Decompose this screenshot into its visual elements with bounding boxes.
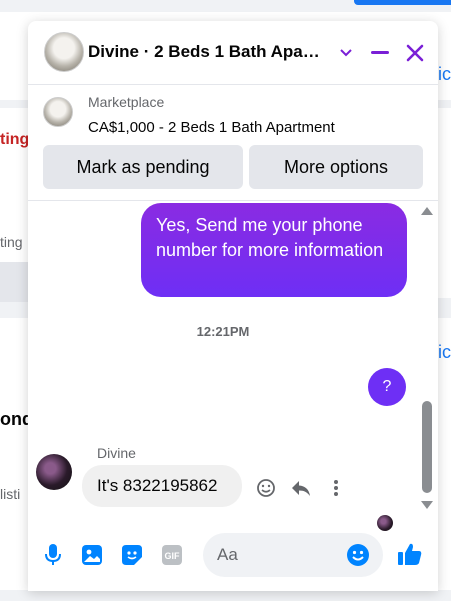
- thumbs-up-icon[interactable]: [396, 539, 424, 569]
- message-thread: Yes, Send me your phone number for more …: [28, 201, 438, 531]
- outgoing-message[interactable]: ?: [368, 368, 406, 406]
- incoming-message[interactable]: It's 8322195862: [82, 465, 242, 507]
- image-icon[interactable]: [79, 542, 105, 568]
- message-input-box[interactable]: [203, 533, 383, 577]
- chat-window: Divine · 2 Beds 1 Bath Apa… Marketplace …: [28, 21, 438, 591]
- background-text: ting: [0, 234, 23, 250]
- message-input[interactable]: [217, 543, 337, 567]
- more-options-icon[interactable]: [325, 477, 347, 499]
- outgoing-message[interactable]: Yes, Send me your phone number for more …: [141, 203, 407, 297]
- sticker-icon[interactable]: [119, 542, 145, 568]
- background-text: listi: [0, 486, 21, 502]
- gif-label: GIF: [165, 551, 181, 561]
- gif-icon[interactable]: GIF: [159, 542, 185, 568]
- message-composer: GIF: [28, 525, 438, 591]
- listing-thumbnail[interactable]: [43, 97, 73, 127]
- mark-as-pending-button[interactable]: Mark as pending: [43, 145, 243, 189]
- chat-header: Divine · 2 Beds 1 Bath Apa…: [28, 21, 438, 85]
- chevron-down-icon[interactable]: [332, 39, 360, 67]
- scrollbar-thumb[interactable]: [422, 401, 432, 493]
- minimize-icon[interactable]: [366, 39, 394, 67]
- marketplace-label: Marketplace: [88, 94, 165, 110]
- more-options-button[interactable]: More options: [249, 145, 423, 189]
- scroll-up-arrow-icon[interactable]: [421, 207, 433, 215]
- background-link[interactable]: ic: [438, 64, 451, 84]
- close-icon[interactable]: [401, 39, 429, 67]
- microphone-icon[interactable]: [40, 542, 66, 568]
- background-link[interactable]: ic: [438, 342, 451, 362]
- sender-name: Divine: [97, 445, 136, 461]
- reply-icon[interactable]: [290, 477, 312, 499]
- message-scrollbar[interactable]: [420, 205, 434, 515]
- emoji-icon[interactable]: [345, 542, 371, 568]
- marketplace-listing-banner: Marketplace CA$1,000 - 2 Beds 1 Bath Apa…: [28, 85, 438, 201]
- message-timestamp: 12:21PM: [196, 324, 250, 339]
- page-topbar-button[interactable]: [354, 0, 451, 5]
- listing-title[interactable]: CA$1,000 - 2 Beds 1 Bath Apartment: [88, 119, 335, 136]
- background-text: ting: [0, 131, 30, 148]
- background-button[interactable]: [0, 262, 28, 302]
- chat-title[interactable]: Divine · 2 Beds 1 Bath Apa…: [88, 42, 328, 62]
- scroll-down-arrow-icon[interactable]: [421, 501, 433, 509]
- sender-avatar[interactable]: [36, 454, 72, 490]
- smile-icon[interactable]: [255, 477, 277, 499]
- listing-avatar[interactable]: [44, 32, 84, 72]
